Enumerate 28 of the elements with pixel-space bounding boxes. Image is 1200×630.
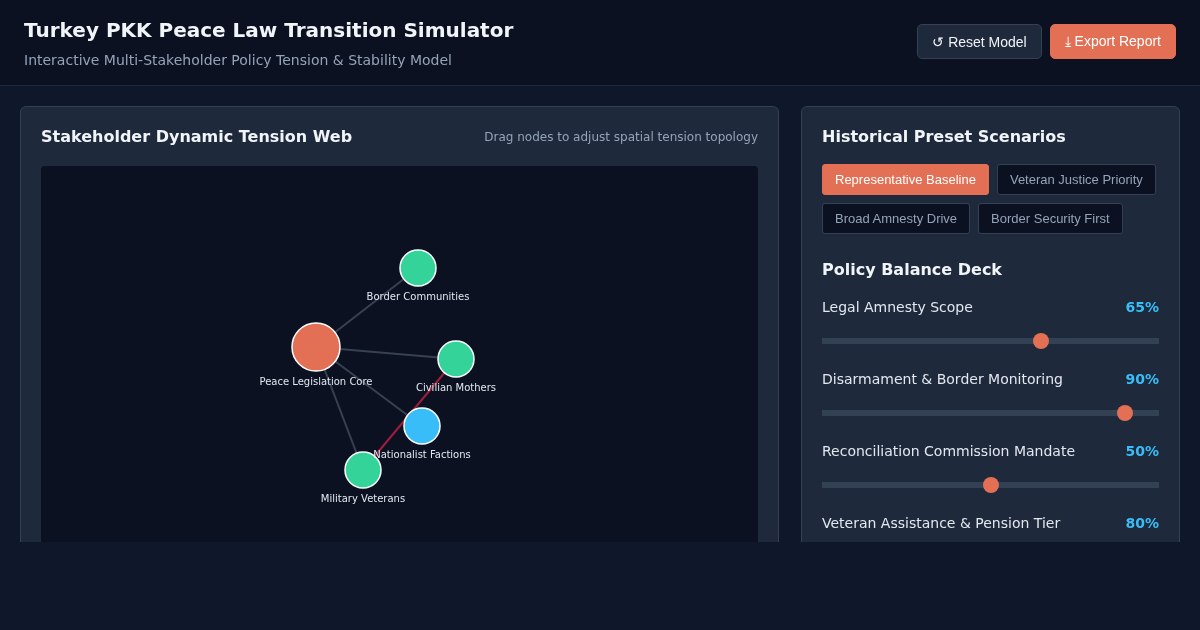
slider-label: Legal Amnesty Scope: [822, 299, 973, 315]
slider-label: Veteran Assistance & Pension Tier: [822, 515, 1061, 531]
slider-label: Disarmament & Border Monitoring: [822, 371, 1063, 387]
preset-button[interactable]: Veteran Justice Priority: [996, 164, 1156, 195]
preset-button[interactable]: Broad Amnesty Drive: [822, 203, 971, 234]
slider-thumb[interactable]: [1033, 333, 1050, 349]
slider-value: 80%: [1125, 515, 1159, 531]
preset-button[interactable]: Border Security First: [978, 203, 1123, 234]
node-label: Military Veterans: [320, 493, 406, 504]
node-label: Peace Legislation Core: [259, 376, 373, 387]
app-title: Turkey PKK Peace Law Transition Simulator: [24, 17, 514, 42]
node-label: Border Communities: [366, 291, 470, 302]
stakeholder-node[interactable]: [291, 322, 341, 372]
stakeholder-node[interactable]: [403, 407, 441, 445]
slider-label: Reconciliation Commission Mandate: [822, 443, 1076, 459]
panel-title: Historical Preset Scenarios: [822, 127, 1067, 146]
slider-thumb[interactable]: [1117, 405, 1134, 421]
panel-title: Stakeholder Dynamic Tension Web: [41, 127, 353, 146]
stakeholder-node[interactable]: [437, 340, 475, 378]
app-subtitle: Interactive Multi-Stakeholder Policy Tension & Stability Model: [24, 51, 453, 68]
slider-thumb[interactable]: [982, 477, 999, 493]
slider-value: 50%: [1125, 443, 1159, 459]
slider-value: 65%: [1125, 299, 1159, 315]
panel-hint: Drag nodes to adjust spatial tension topology: [484, 129, 758, 144]
stakeholder-node[interactable]: [399, 249, 437, 287]
section-title: Policy Balance Deck: [822, 260, 1003, 279]
slider-value: 90%: [1125, 371, 1159, 387]
reset-button[interactable]: ↺ Reset Model: [917, 24, 1042, 59]
